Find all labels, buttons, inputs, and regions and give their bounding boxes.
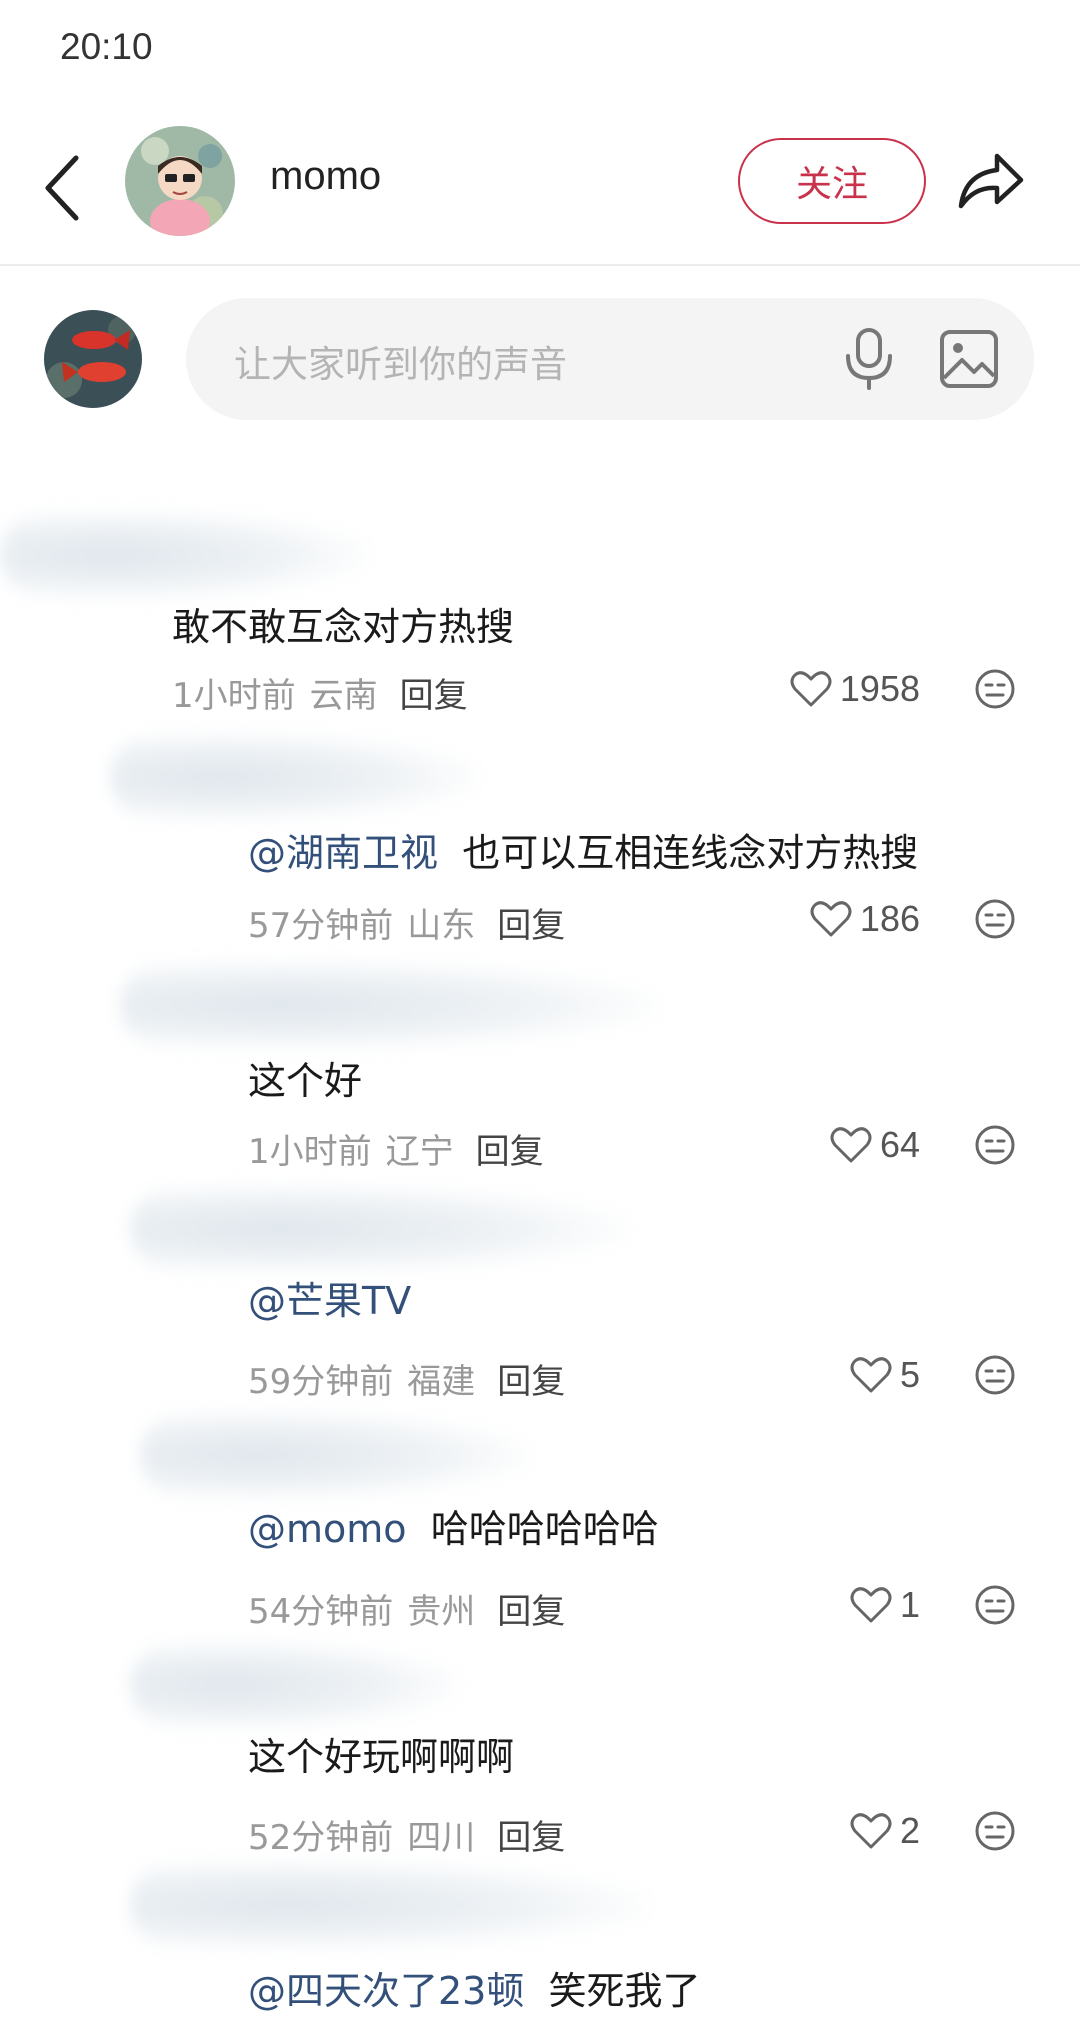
comment-time: 52分钟前 xyxy=(248,1818,394,1858)
meh-face-icon[interactable] xyxy=(974,1124,1016,1166)
author-name[interactable]: momo xyxy=(270,154,381,199)
blurred-user-header xyxy=(110,732,480,822)
like-button[interactable]: 5 xyxy=(850,1354,920,1396)
reply-button[interactable]: 回复 xyxy=(497,1362,565,1402)
comment-text[interactable]: 敢不敢互念对方热搜 xyxy=(172,596,514,651)
mention-link[interactable]: @momo xyxy=(248,1507,407,1551)
my-avatar[interactable] xyxy=(44,310,142,408)
like-button[interactable]: 1958 xyxy=(790,668,920,710)
image-icon[interactable] xyxy=(938,328,1000,390)
like-count: 5 xyxy=(899,1354,920,1395)
heart-icon xyxy=(850,1587,892,1623)
goldfish-avatar-icon xyxy=(44,310,142,408)
comment-time: 1小时前 xyxy=(248,1132,372,1172)
reply-button[interactable]: 回复 xyxy=(476,1132,544,1172)
reply-item: @湖南卫视 也可以互相连线念对方热搜 57分钟前 山东 回复 186 xyxy=(0,710,1080,946)
author-avatar[interactable] xyxy=(125,126,235,236)
comment-time: 59分钟前 xyxy=(248,1362,394,1402)
back-button[interactable] xyxy=(40,148,90,228)
like-button[interactable]: 64 xyxy=(830,1124,920,1166)
comment-text[interactable]: @芒果TV xyxy=(248,1270,411,1325)
blurred-user-header xyxy=(0,510,370,600)
like-count: 186 xyxy=(859,898,920,939)
meh-face-icon[interactable] xyxy=(974,1584,1016,1626)
comment-meta: 59分钟前 福建 回复 xyxy=(248,1354,565,1403)
heart-icon xyxy=(850,1813,892,1849)
blurred-user-header xyxy=(130,1860,650,1950)
comment-meta: 1小时前 辽宁 回复 xyxy=(248,1124,544,1173)
mention-link[interactable]: @湖南卫视 xyxy=(248,831,438,875)
heart-icon xyxy=(790,671,832,707)
comment-time: 54分钟前 xyxy=(248,1592,394,1632)
comment-item: 敢不敢互念对方热搜 1小时前 云南 回复 1958 xyxy=(0,480,1080,716)
comment-text[interactable]: @momo 哈哈哈哈哈哈 xyxy=(248,1498,659,1553)
status-time: 20:10 xyxy=(60,26,153,67)
comment-text[interactable]: @湖南卫视 也可以互相连线念对方热搜 xyxy=(248,822,918,877)
comment-text[interactable]: @四天次了23顿 笑死我了 xyxy=(248,1960,701,2015)
reply-item: 这个好 1小时前 辽宁 回复 64 xyxy=(0,940,1080,1172)
reply-button[interactable]: 回复 xyxy=(497,1818,565,1858)
heart-icon xyxy=(850,1357,892,1393)
comment-location: 贵州 xyxy=(407,1592,476,1632)
blurred-user-header xyxy=(120,960,660,1050)
heart-icon xyxy=(830,1127,872,1163)
mic-icon[interactable] xyxy=(842,326,896,392)
heart-icon xyxy=(810,901,852,937)
meh-face-icon[interactable] xyxy=(974,668,1016,710)
comment-text[interactable]: 这个好玩啊啊啊 xyxy=(248,1726,514,1781)
like-count: 2 xyxy=(899,1810,920,1851)
comment-location: 四川 xyxy=(407,1818,476,1858)
like-count: 64 xyxy=(879,1124,920,1165)
avatar-illustration-icon xyxy=(125,126,235,236)
comment-text[interactable]: 这个好 xyxy=(248,1050,362,1105)
post-header: momo 关注 xyxy=(0,118,1080,264)
mention-link[interactable]: @四天次了23顿 xyxy=(248,1969,524,2013)
like-button[interactable]: 2 xyxy=(850,1810,920,1852)
meh-face-icon[interactable] xyxy=(974,1354,1016,1396)
blurred-user-header xyxy=(140,1410,530,1500)
share-arrow-icon xyxy=(958,153,1024,209)
comment-location: 辽宁 xyxy=(385,1132,454,1172)
like-count: 1958 xyxy=(839,668,920,709)
meh-face-icon[interactable] xyxy=(974,898,1016,940)
mention-link[interactable]: @芒果TV xyxy=(248,1279,411,1323)
reply-item: @momo 哈哈哈哈哈哈 54分钟前 贵州 回复 1 xyxy=(0,1400,1080,1632)
comment-compose-bar: 让大家听到你的声音 xyxy=(0,290,1080,430)
share-button[interactable] xyxy=(955,146,1027,216)
comment-location: 福建 xyxy=(407,1362,476,1402)
reply-item: 这个好玩啊啊啊 52分钟前 四川 回复 2 xyxy=(0,1630,1080,1858)
reply-button[interactable]: 回复 xyxy=(497,1592,565,1632)
comment-meta: 52分钟前 四川 回复 xyxy=(248,1810,565,1859)
comment-meta: 54分钟前 贵州 回复 xyxy=(248,1584,565,1633)
comment-input[interactable]: 让大家听到你的声音 xyxy=(186,298,1034,420)
like-button[interactable]: 1 xyxy=(850,1584,920,1626)
like-button[interactable]: 186 xyxy=(810,898,920,940)
meh-face-icon[interactable] xyxy=(974,1810,1016,1852)
comment-input-placeholder: 让大家听到你的声音 xyxy=(234,343,567,386)
blurred-user-header xyxy=(130,1640,460,1730)
like-count: 1 xyxy=(899,1584,920,1625)
follow-button[interactable]: 关注 xyxy=(738,138,926,224)
reply-item: @芒果TV 59分钟前 福建 回复 5 xyxy=(0,1170,1080,1402)
blurred-user-header xyxy=(130,1184,630,1274)
chevron-left-icon xyxy=(45,155,79,221)
reply-item: @四天次了23顿 笑死我了 xyxy=(0,1860,1080,2042)
header-divider xyxy=(0,264,1080,266)
